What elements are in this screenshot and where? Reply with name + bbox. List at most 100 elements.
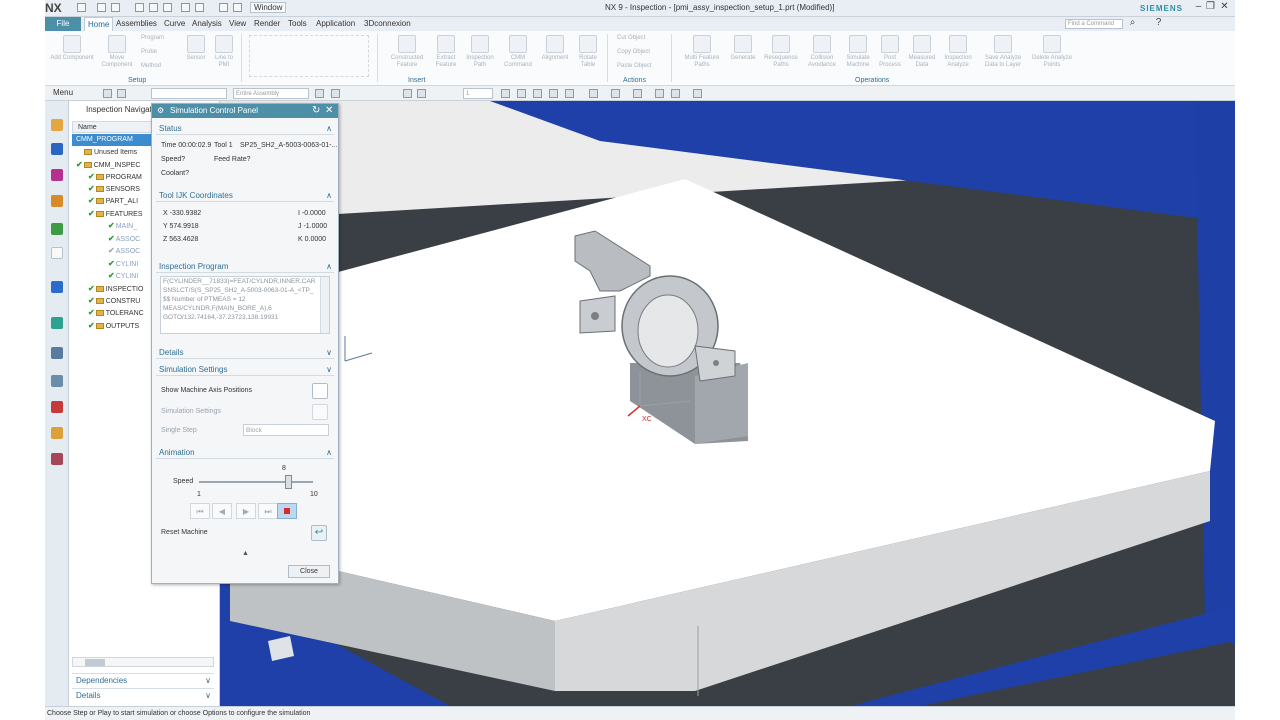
rotate-icon[interactable] <box>533 89 542 98</box>
select-type-icon[interactable] <box>117 89 126 98</box>
tab-home[interactable]: Home <box>84 17 114 31</box>
tree-item-outputs[interactable]: ✔ OUTPUTS <box>88 320 139 332</box>
program-scrollbar[interactable] <box>320 277 329 333</box>
close-button[interactable]: Close <box>288 565 330 578</box>
tab-application[interactable]: Application <box>313 17 358 31</box>
measured-data-button[interactable]: Measured Data <box>905 35 939 69</box>
clock-icon[interactable] <box>51 347 63 359</box>
web-browser-icon[interactable] <box>51 281 63 293</box>
tab-assemblies[interactable]: Assemblies <box>113 17 160 31</box>
collision-avoidance-button[interactable]: Collision Avoidance <box>803 35 841 69</box>
minimize-icon[interactable]: – <box>1193 2 1204 13</box>
speed-slider-track[interactable] <box>199 481 313 483</box>
graphics-viewport[interactable]: XC <box>220 101 1235 706</box>
move-component-button[interactable]: Move Component <box>95 35 139 69</box>
orient-view-icon[interactable] <box>589 89 598 98</box>
program-section-header[interactable]: Inspection Program ∧ <box>156 260 334 273</box>
save-analyze-data-button[interactable]: Save Analyze Data to Layer <box>979 35 1027 69</box>
collapse-arrow-icon[interactable]: ▲ <box>242 550 249 557</box>
select-filter-icon[interactable] <box>103 89 112 98</box>
reuse-library-icon[interactable] <box>51 195 63 207</box>
layer-select[interactable]: 1 <box>463 88 493 99</box>
render-style-icon[interactable] <box>565 89 574 98</box>
sim-settings-section-header[interactable]: Simulation Settings ∨ <box>156 363 334 376</box>
wcs-icon[interactable] <box>671 89 680 98</box>
search-icon[interactable]: ⌕ <box>1127 18 1138 29</box>
roles-icon[interactable] <box>51 401 63 413</box>
assembly-scope-select[interactable]: Entire Assembly <box>233 88 309 99</box>
copy-icon[interactable] <box>149 3 158 12</box>
system-scenes-icon[interactable] <box>51 427 63 439</box>
cut-object-button[interactable]: Cut Object <box>617 35 645 41</box>
navigator-scrollbar[interactable] <box>72 657 214 667</box>
play-button[interactable]: ▶ <box>236 503 256 519</box>
rotate-table-button[interactable]: Rotate Table <box>573 35 603 69</box>
inspection-path-button[interactable]: Inspection Path <box>463 35 497 69</box>
tab-file[interactable]: File <box>45 17 81 31</box>
tree-item-assoc[interactable]: ✔ASSOC <box>108 233 140 245</box>
restore-icon[interactable]: ❐ <box>1205 2 1216 13</box>
tree-item-part-ali[interactable]: ✔ PART_ALI <box>88 195 138 207</box>
zoom-icon[interactable] <box>517 89 526 98</box>
tab-curve[interactable]: Curve <box>161 17 188 31</box>
tree-item-cylinder[interactable]: ✔CYLINI <box>108 258 138 270</box>
simulate-machine-button[interactable]: Simulate Machine <box>841 35 875 69</box>
tree-item-cmm-program[interactable]: CMM_PROGRAM <box>72 134 152 146</box>
multi-feature-paths-button[interactable]: Multi Feature Paths <box>677 35 727 69</box>
help-icon[interactable]: ? <box>1153 18 1164 29</box>
process-studio-icon[interactable] <box>51 375 63 387</box>
type-filter-select[interactable] <box>151 88 227 99</box>
generate-button[interactable]: Generate <box>727 35 759 62</box>
assembly-navigator-icon[interactable] <box>51 143 63 155</box>
details-section-header[interactable]: Details ∨ <box>156 346 334 359</box>
paste-object-button[interactable]: Paste Object <box>617 63 651 69</box>
tree-item-main[interactable]: ✔MAIN_ <box>108 220 137 232</box>
curve-tools-grid[interactable] <box>249 35 369 77</box>
tree-item-unused[interactable]: Unused Items <box>84 147 137 159</box>
snap-point-icon[interactable] <box>331 89 340 98</box>
tab-render[interactable]: Render <box>251 17 283 31</box>
layer-settings-icon[interactable] <box>693 89 702 98</box>
dependencies-section[interactable]: Dependencies ∨ <box>72 673 214 686</box>
tree-item-cmm-inspec[interactable]: ✔ CMM_INSPEC <box>76 159 140 171</box>
method-button[interactable]: Method <box>141 63 161 69</box>
tree-item-sensors[interactable]: ✔ SENSORS <box>88 183 140 195</box>
scrollbar-thumb[interactable] <box>85 659 105 666</box>
cut-icon[interactable] <box>135 3 144 12</box>
tree-item-construct[interactable]: ✔ CONSTRU <box>88 295 140 307</box>
speed-slider-thumb[interactable] <box>284 475 292 489</box>
probe-button[interactable]: Probe <box>141 49 157 55</box>
shading-icon[interactable] <box>611 89 620 98</box>
add-component-button[interactable]: Add Component <box>50 35 94 62</box>
post-process-button[interactable]: Post Process <box>875 35 905 69</box>
history-icon[interactable] <box>51 317 63 329</box>
select-icon[interactable] <box>403 89 412 98</box>
constraint-navigator-icon[interactable] <box>51 169 63 181</box>
simulation-settings-button[interactable] <box>312 404 328 420</box>
menu-button[interactable]: Menu <box>53 88 73 97</box>
find-command-input[interactable]: Find a Command <box>1065 19 1123 29</box>
paste-icon[interactable] <box>163 3 172 12</box>
repeat-icon[interactable] <box>181 3 190 12</box>
snap-icon[interactable] <box>315 89 324 98</box>
tree-item-features[interactable]: ✔ FEATURES <box>88 208 143 220</box>
fit-icon[interactable] <box>501 89 510 98</box>
delete-analyze-points-button[interactable]: Delete Analyze Points <box>1027 35 1077 69</box>
reset-dialog-icon[interactable]: ↻ <box>312 104 320 118</box>
reset-machine-button[interactable]: ↩ <box>311 525 327 541</box>
undo-icon[interactable] <box>97 3 106 12</box>
switch-window-icon[interactable] <box>233 3 242 12</box>
program-listing[interactable]: F(CYLINDER__71833)=FEAT/CYLNDR,INNER,CAR… <box>160 276 330 334</box>
tree-item-cylinder-2[interactable]: ✔CYLINI <box>108 270 138 282</box>
cmm-command-button[interactable]: CMM Command <box>499 35 537 69</box>
alignment-button[interactable]: Alignment <box>537 35 573 62</box>
close-dialog-icon[interactable]: ✕ <box>325 104 333 118</box>
save-icon[interactable] <box>77 3 86 12</box>
step-forward-button[interactable]: ⏭ <box>258 503 278 519</box>
inspection-navigator-icon[interactable] <box>51 247 63 259</box>
line-to-pmi-button[interactable]: Line to PMI <box>211 35 237 69</box>
close-icon[interactable]: ✕ <box>1219 2 1230 13</box>
view-cube-icon[interactable] <box>417 89 426 98</box>
palette-icon[interactable] <box>51 453 63 465</box>
camera-icon[interactable] <box>633 89 642 98</box>
